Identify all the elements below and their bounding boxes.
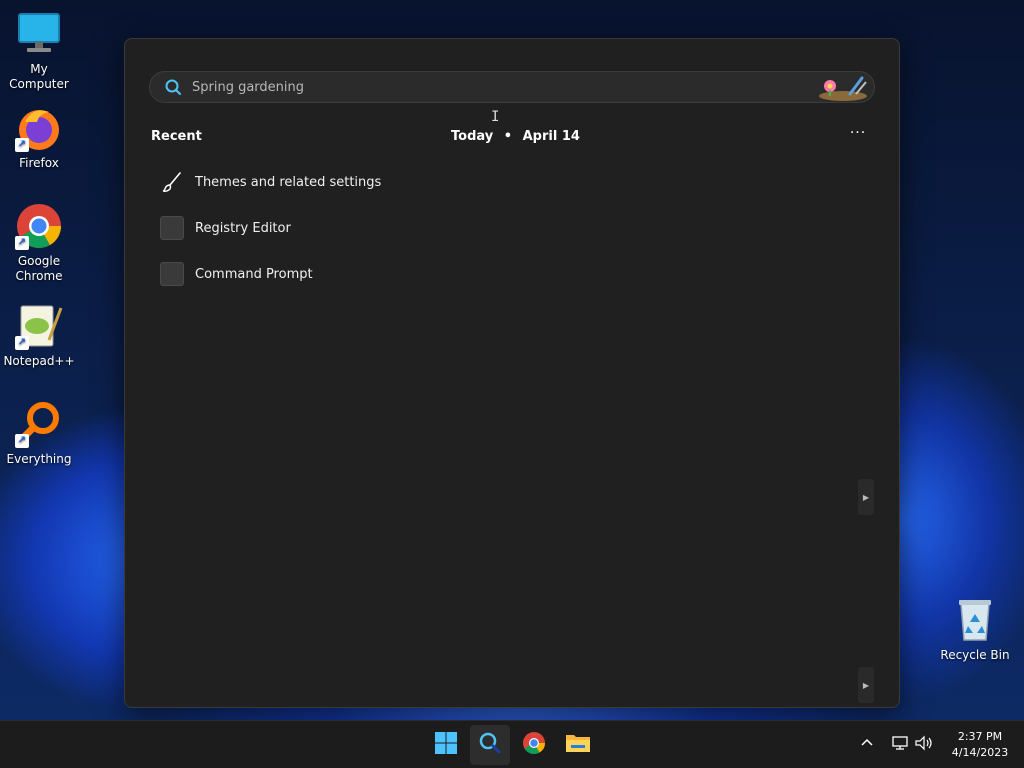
windows-logo-icon [434,731,458,759]
recent-item-themes[interactable]: Themes and related settings [151,159,431,205]
monitor-icon [15,10,63,58]
desktop-icon-chrome[interactable]: ↗ Google Chrome [0,202,78,284]
chrome-icon [522,731,546,759]
start-button[interactable] [426,725,466,765]
taskbar-clock[interactable]: 2:37 PM 4/14/2023 [940,729,1020,761]
chevron-up-icon [860,736,874,754]
show-hidden-icons-button[interactable] [860,721,874,768]
notepadpp-icon: ↗ [15,302,63,350]
text-cursor-icon: I [491,109,500,125]
today-separator: • [503,129,513,144]
recent-header: Recent [151,129,202,144]
search-input[interactable] [192,79,816,95]
folder-icon [565,731,591,759]
recent-item-label: Themes and related settings [195,174,382,190]
app-placeholder-icon [159,261,185,287]
start-menu-panel: I Recent Today • April 14 ··· Themes and… [124,38,900,708]
clock-date: 4/14/2023 [951,746,1009,759]
shortcut-arrow-icon: ↗ [15,138,29,152]
chrome-icon: ↗ [15,202,63,250]
taskbar-search-button[interactable] [470,725,510,765]
volume-button[interactable] [914,721,934,768]
magnifier-orange-icon: ↗ [15,400,63,448]
recent-item-label: Command Prompt [195,266,313,282]
desktop-icon-label: Recycle Bin [940,648,1010,662]
today-date: April 14 [522,129,580,144]
scroll-right-button[interactable]: ▶ [858,479,874,515]
desktop-icon-label: My Computer [9,62,69,91]
paintbrush-icon [159,169,185,195]
recent-item-registry-editor[interactable]: Registry Editor [151,205,431,251]
recent-item-command-prompt[interactable]: Command Prompt [151,251,431,297]
scroll-right-button-lower[interactable]: ▶ [858,667,874,703]
taskbar-file-explorer-button[interactable] [558,725,598,765]
desktop-icon-my-computer[interactable]: My Computer [0,10,78,92]
desktop-icon-label: Firefox [19,156,59,170]
shortcut-arrow-icon: ↗ [15,336,29,350]
taskbar-chrome-button[interactable] [514,725,554,765]
app-placeholder-icon [159,215,185,241]
desktop-icon-firefox[interactable]: ↗ Firefox [0,104,78,171]
recent-list: Themes and related settings Registry Edi… [151,159,431,297]
network-button[interactable] [890,721,910,768]
search-icon [164,78,182,96]
more-options-button[interactable]: ··· [847,126,869,143]
taskbar: 2:37 PM 4/14/2023 [0,720,1024,768]
shortcut-arrow-icon: ↗ [15,236,29,250]
search-icon [478,731,502,759]
firefox-icon: ↗ [15,104,63,152]
clock-time: 2:37 PM [957,730,1003,743]
speaker-icon [914,735,934,755]
recent-item-label: Registry Editor [195,220,291,236]
recycle-bin-icon [951,596,999,644]
play-arrow-icon: ▶ [862,492,870,502]
shortcut-arrow-icon: ↗ [15,434,29,448]
network-icon [890,735,910,755]
desktop-icon-label: Notepad++ [3,354,75,368]
desktop-icon-recycle-bin[interactable]: Recycle Bin [936,596,1014,663]
desktop-icon-everything[interactable]: ↗ Everything [0,400,78,467]
desktop-icon-label: Google Chrome [15,254,63,283]
desktop-icon-notepadpp[interactable]: ↗ Notepad++ [0,302,78,369]
desktop-icon-label: Everything [6,452,72,466]
today-header: Today • April 14 [451,129,580,144]
gardening-illustration-icon [816,72,870,102]
play-arrow-icon: ▶ [862,680,870,690]
today-label: Today [451,129,494,144]
search-box[interactable] [149,71,875,103]
